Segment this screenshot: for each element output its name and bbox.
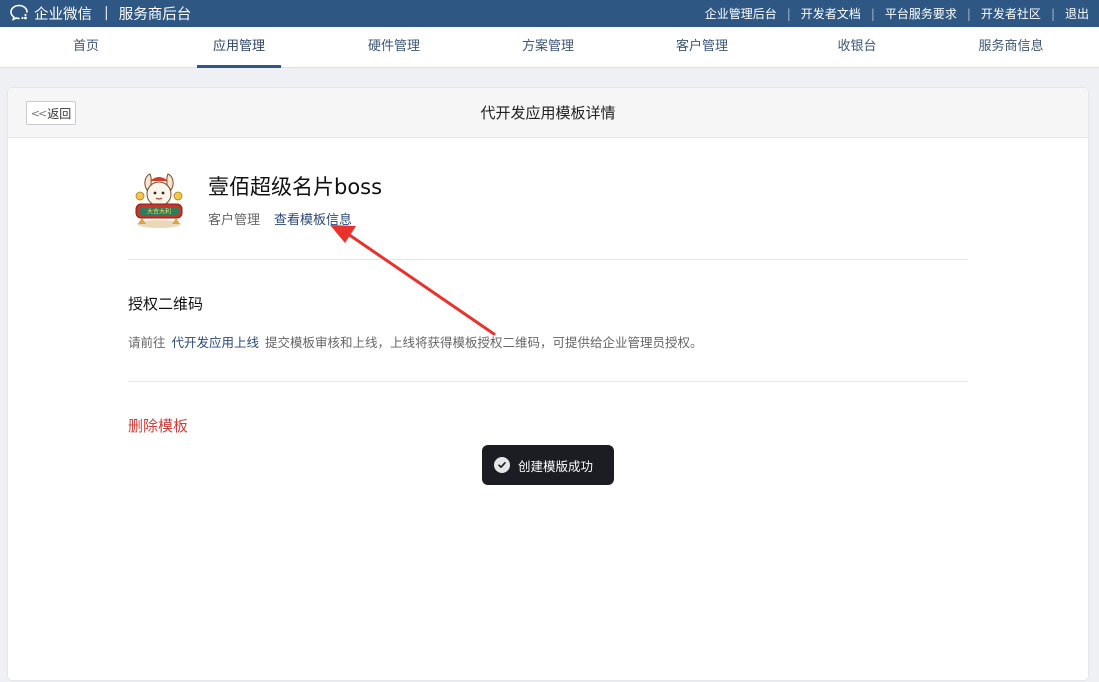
toast-message: 创建模版成功 (518, 458, 594, 474)
app-logo-text: 大吉大利 (147, 208, 171, 216)
wecom-logo-icon (10, 4, 28, 21)
top-links: 企业管理后台 | 开发者文档 | 平台服务要求 | 开发者社区 | 退出 (705, 0, 1089, 27)
nav-item-app-management[interactable]: 应用管理 (196, 27, 282, 68)
developer-docs-link[interactable]: 开发者文档 (801, 5, 861, 22)
panel-header: 代开发应用模板详情 << 返回 (8, 88, 1088, 138)
brand-separator: | (104, 5, 109, 21)
auth-qr-title: 授权二维码 (128, 295, 204, 313)
top-bar: 企业微信 | 服务商后台 企业管理后台 | 开发者文档 | 平台服务要求 | 开… (0, 0, 1099, 27)
top-link-separator: | (870, 6, 875, 21)
detail-panel: 代开发应用模板详情 << 返回 大吉大利 壹佰超级名片boss 客户管理 查看模… (8, 88, 1088, 680)
delete-template-button[interactable]: 删除模板 (128, 415, 188, 436)
divider (128, 381, 968, 382)
nav-item-customers[interactable]: 客户管理 (660, 27, 744, 67)
view-template-info-link[interactable]: 查看模板信息 (274, 209, 352, 228)
success-toast: 创建模版成功 (482, 445, 614, 485)
back-button[interactable]: << 返回 (26, 101, 76, 125)
custom-app-launch-link[interactable]: 代开发应用上线 (172, 335, 260, 350)
brand[interactable]: 企业微信 | 服务商后台 (8, 3, 191, 23)
page-title: 代开发应用模板详情 (480, 104, 616, 122)
logout-link[interactable]: 退出 (1065, 5, 1089, 22)
app-name: 壹佰超级名片boss (208, 175, 383, 199)
developer-community-link[interactable]: 开发者社区 (981, 5, 1041, 22)
brand-name: 企业微信 (34, 6, 92, 23)
platform-requirements-link[interactable]: 平台服务要求 (885, 5, 957, 22)
nav-item-solutions[interactable]: 方案管理 (506, 27, 590, 67)
back-button-label: 返回 (47, 106, 72, 121)
top-link-separator: | (966, 6, 971, 21)
brand-subtitle: 服务商后台 (118, 6, 192, 23)
auth-desc-prefix: 请前往 (128, 335, 166, 350)
app-logo: 大吉大利 (135, 173, 183, 228)
auth-qr-description: 请前往 代开发应用上线 提交模板审核和上线，上线将获得模板授权二维码，可提供给企… (128, 332, 703, 351)
nav-item-home[interactable]: 首页 (57, 27, 115, 67)
divider (128, 259, 968, 260)
nav-item-hardware[interactable]: 硬件管理 (352, 27, 436, 67)
top-link-separator: | (1050, 6, 1055, 21)
double-chevron-left-icon: << (30, 106, 48, 120)
check-circle-icon (494, 457, 510, 473)
enterprise-admin-link[interactable]: 企业管理后台 (705, 5, 777, 22)
main-nav: 首页 应用管理 硬件管理 方案管理 客户管理 收银台 服务商信息 (0, 27, 1099, 68)
nav-item-provider-info[interactable]: 服务商信息 (962, 27, 1059, 67)
nav-item-cashier[interactable]: 收银台 (821, 27, 892, 67)
app-category: 客户管理 (208, 213, 261, 228)
auth-desc-suffix: 提交模板审核和上线，上线将获得模板授权二维码，可提供给企业管理员授权。 (265, 335, 703, 350)
top-link-separator: | (786, 6, 791, 21)
